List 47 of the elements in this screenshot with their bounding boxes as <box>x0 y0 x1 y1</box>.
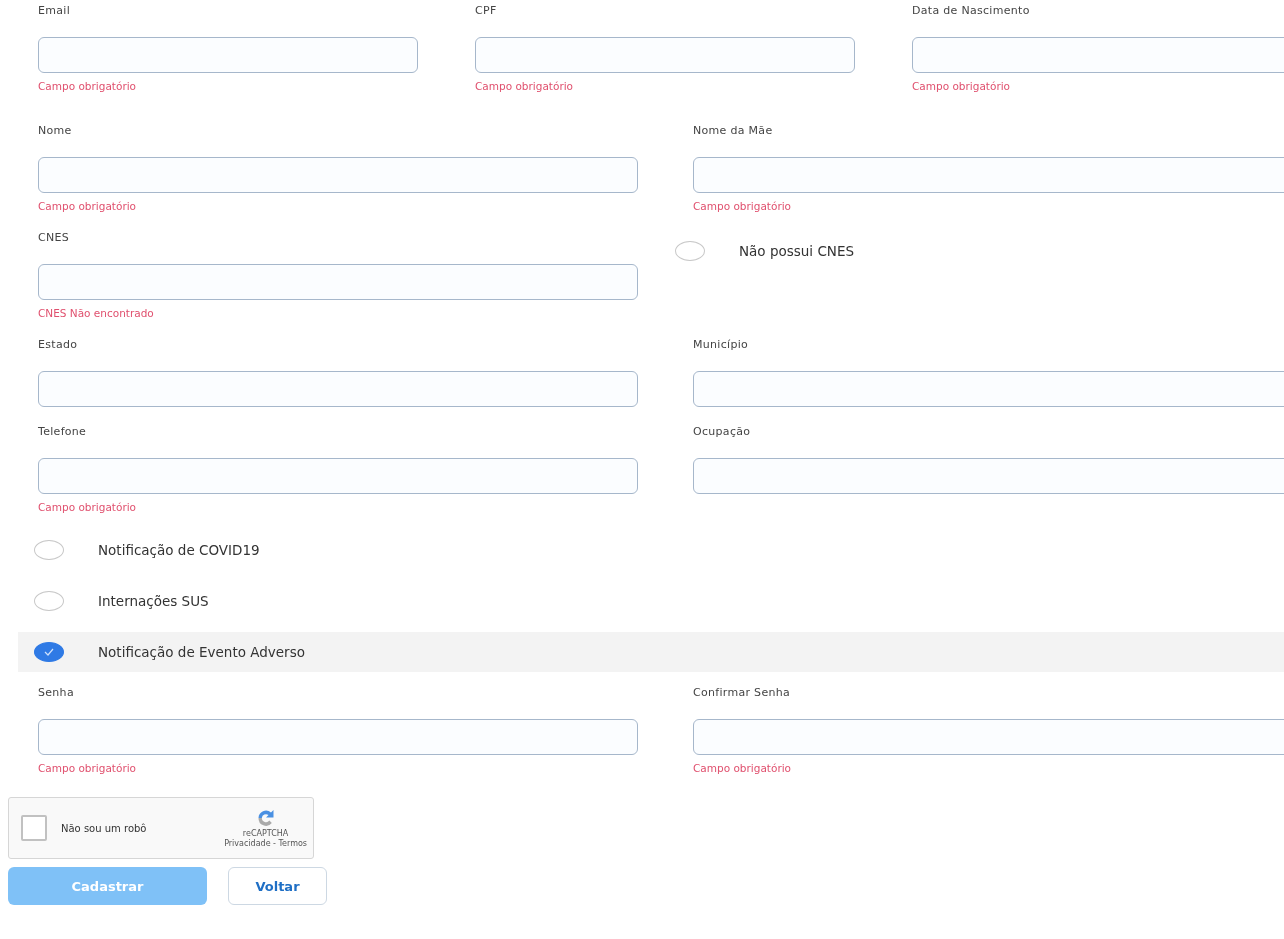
error-message: Campo obrigatório <box>38 79 137 93</box>
captcha-label: Não sou um robô <box>61 822 148 834</box>
field-label: Município <box>693 337 749 353</box>
checked-checkbox[interactable] <box>34 642 64 662</box>
checkbox[interactable] <box>675 241 705 261</box>
input-field[interactable] <box>38 264 638 300</box>
error-message: CNES Não encontrado <box>38 306 154 320</box>
captcha-checkbox[interactable] <box>21 815 47 841</box>
input-field[interactable] <box>38 458 638 494</box>
input-field[interactable] <box>912 37 1284 73</box>
field-label: Telefone <box>38 424 87 440</box>
field-label: Ocupação <box>693 424 751 440</box>
input-field[interactable] <box>38 157 638 193</box>
field-label: Nome da Mãe <box>693 123 773 139</box>
error-message: Campo obrigatório <box>912 79 1011 93</box>
captcha-brand: reCAPTCHA <box>242 829 289 838</box>
option-label: Não possui CNES <box>739 243 855 259</box>
input-field[interactable] <box>693 157 1284 193</box>
check-icon <box>44 648 54 656</box>
field-label: Email <box>38 3 71 19</box>
field-label: Data de Nascimento <box>912 3 1030 19</box>
error-message: Campo obrigatório <box>38 761 137 775</box>
field-label: Nome <box>38 123 72 139</box>
input-field[interactable] <box>38 37 418 73</box>
error-message: Campo obrigatório <box>475 79 574 93</box>
field-label: CPF <box>475 3 497 19</box>
error-message: Campo obrigatório <box>38 500 137 514</box>
back-button[interactable]: Voltar <box>228 867 327 905</box>
option-label: Internações SUS <box>98 593 209 609</box>
input-field[interactable] <box>693 458 1284 494</box>
error-message: Campo obrigatório <box>693 199 792 213</box>
field-label: Senha <box>38 685 74 701</box>
error-message: Campo obrigatório <box>38 199 137 213</box>
input-field[interactable] <box>693 719 1284 755</box>
field-label: CNES <box>38 230 70 246</box>
checkbox[interactable] <box>34 591 64 611</box>
option-label: Notificação de Evento Adverso <box>98 644 305 660</box>
field-label: Confirmar Senha <box>693 685 791 701</box>
input-field[interactable] <box>693 371 1284 407</box>
captcha-links[interactable]: Privacidade - Termos <box>224 839 307 848</box>
option-label: Notificação de COVID19 <box>98 542 260 558</box>
field-label: Estado <box>38 337 78 353</box>
checkbox[interactable] <box>34 540 64 560</box>
input-field[interactable] <box>475 37 855 73</box>
input-field[interactable] <box>38 371 638 407</box>
input-field[interactable] <box>38 719 638 755</box>
error-message: Campo obrigatório <box>693 761 792 775</box>
